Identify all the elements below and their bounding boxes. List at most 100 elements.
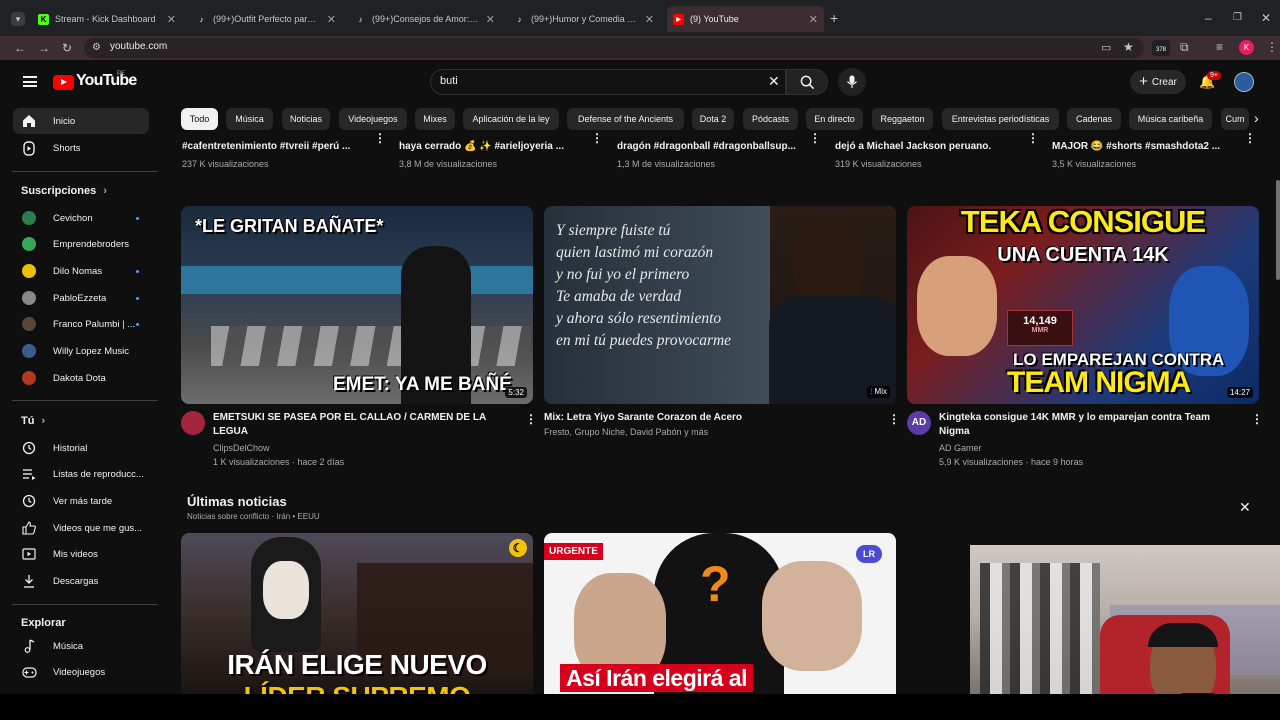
chip[interactable]: Entrevistas periodísticas xyxy=(942,108,1059,130)
maximize-icon[interactable]: ❐ xyxy=(1233,11,1242,25)
close-tab-icon[interactable]: ✕ xyxy=(167,13,176,26)
more-options-icon[interactable]: ⋮ xyxy=(374,131,386,145)
sidebar-item-videojuegos[interactable]: Videojuegos xyxy=(13,659,149,685)
sidebar-item-musica[interactable]: Música xyxy=(13,633,149,659)
reload-icon[interactable]: ↻ xyxy=(62,41,72,55)
news-thumbnail[interactable]: ☾ IRÁN ELIGE NUEVO LÍDER SUPREMO xyxy=(181,533,533,694)
more-options-icon[interactable]: ⋮ xyxy=(1244,131,1256,145)
browser-menu-icon[interactable]: ⋮ xyxy=(1266,40,1278,54)
sidebar-subscription[interactable]: PabloEzzeta xyxy=(13,285,149,311)
sidebar-subscription[interactable]: Emprendebroders xyxy=(13,231,149,257)
window-close-icon[interactable]: ✕ xyxy=(1261,11,1271,25)
browser-tab[interactable]: K Stream - Kick Dashboard ✕ xyxy=(32,8,182,30)
voice-search-button[interactable] xyxy=(838,68,866,96)
sidebar-item-mis-videos[interactable]: Mis videos xyxy=(13,541,149,567)
site-info-icon[interactable]: ⚙ xyxy=(92,41,101,55)
subscriptions-heading[interactable]: Suscripciones › xyxy=(21,185,107,197)
chip[interactable]: Cadenas xyxy=(1067,108,1121,130)
create-button[interactable]: + Crear xyxy=(1130,70,1186,94)
create-label: Crear xyxy=(1151,76,1177,88)
close-tab-icon[interactable]: ✕ xyxy=(486,13,495,26)
back-icon[interactable]: ← xyxy=(14,41,26,55)
video-thumbnail[interactable]: Y siempre fuiste tú quien lastimó mi cor… xyxy=(544,206,896,404)
sidebar-item-historial[interactable]: Historial xyxy=(13,435,149,461)
chip[interactable]: Aplicación de la ley xyxy=(463,108,559,130)
chip[interactable]: En directo xyxy=(806,108,863,130)
sidebar-subscription[interactable]: Willy Lopez Music xyxy=(13,338,149,364)
short-card[interactable]: #cafentretenimiento #tvreii #perú ... 23… xyxy=(182,140,367,171)
search-button[interactable] xyxy=(786,69,828,95)
browser-tab[interactable]: ♪ (99+)Humor y Comedia Mexica... ✕ xyxy=(508,8,660,30)
chip[interactable]: Música xyxy=(226,108,273,130)
chip[interactable]: Música caribeña xyxy=(1129,108,1212,130)
video-info[interactable]: Mix: Letra Yiyo Sarante Corazon de Acero… xyxy=(544,411,874,439)
video-info[interactable]: EMETSUKI SE PASEA POR EL CALLAO / CARMEN… xyxy=(213,411,513,469)
news-thumbnail[interactable]: ? URGENTE LR Así Irán elegirá al xyxy=(544,533,896,694)
chip[interactable]: Cum xyxy=(1221,108,1249,130)
chips-next-icon[interactable]: › xyxy=(1254,110,1259,126)
sidebar-item-descargas[interactable]: Descargas xyxy=(13,568,149,594)
youtube-logo-text[interactable]: YouTube xyxy=(76,72,137,90)
chip[interactable]: Mixes xyxy=(415,108,455,130)
chip[interactable]: Defense of the Ancients xyxy=(567,108,684,130)
sidebar-item-listas[interactable]: Listas de reproducc... xyxy=(13,461,149,487)
close-tab-icon[interactable]: ✕ xyxy=(645,13,654,26)
sidebar-item-ver-mas-tarde[interactable]: Ver más tarde xyxy=(13,488,149,514)
tab-search-icon[interactable]: ▾ xyxy=(11,12,25,26)
close-tab-icon[interactable]: ✕ xyxy=(809,13,818,26)
hamburger-menu-icon[interactable] xyxy=(23,76,37,87)
more-options-icon[interactable]: ⋮ xyxy=(888,412,900,426)
close-tab-icon[interactable]: ✕ xyxy=(327,13,336,26)
short-card[interactable]: haya cerrado 💰 ✨ #arieljoyeria ... 3,8 M… xyxy=(399,140,584,171)
page-scrollbar[interactable] xyxy=(1276,180,1280,280)
sidebar-subscription[interactable]: Dakota Dota xyxy=(13,365,149,391)
clear-search-icon[interactable]: ✕ xyxy=(768,73,780,90)
bookmark-star-icon[interactable]: ★ xyxy=(1123,40,1134,54)
new-tab-icon[interactable]: + xyxy=(830,11,838,25)
sidebar-subscription[interactable]: Franco Palumbi | ... xyxy=(13,311,149,337)
chip-todo[interactable]: Todo xyxy=(181,108,218,130)
short-card[interactable]: dejó a Michael Jackson peruano. 319 K vi… xyxy=(835,140,1020,171)
chip[interactable]: Reggaeton xyxy=(872,108,933,130)
chip[interactable]: Noticias xyxy=(282,108,330,130)
short-card[interactable]: dragón #dragonball #dragonballsup... 1,3… xyxy=(617,140,802,171)
chip[interactable]: Pódcasts xyxy=(743,108,798,130)
sidebar-item-inicio[interactable]: Inicio xyxy=(13,108,149,134)
video-thumbnail[interactable]: 14,149 MMR TEKA CONSIGUE UNA CUENTA 14K … xyxy=(907,206,1259,404)
sidebar-subscription[interactable]: Dilo Nomas xyxy=(13,258,149,284)
chip[interactable]: Dota 2 xyxy=(692,108,734,130)
sidebar-item-videos-gustan[interactable]: Videos que me gus... xyxy=(13,515,149,541)
more-options-icon[interactable]: ⋮ xyxy=(1027,131,1039,145)
more-options-icon[interactable]: ⋮ xyxy=(809,131,821,145)
forward-icon[interactable]: → xyxy=(38,41,50,55)
chip[interactable]: Videojuegos xyxy=(339,108,407,130)
minimize-icon[interactable]: – xyxy=(1205,11,1212,25)
you-heading[interactable]: Tú › xyxy=(21,415,45,427)
channel-avatar[interactable] xyxy=(181,411,205,435)
more-options-icon[interactable]: ⋮ xyxy=(525,412,537,426)
youtube-logo-icon[interactable] xyxy=(53,75,74,90)
browser-tab[interactable]: ♪ (99+)Outfit Perfecto para Mi C... ✕ xyxy=(190,8,342,30)
browser-tab[interactable]: ♪ (99+)Consejos de Amor: Evita C... ✕ xyxy=(349,8,501,30)
omnibox[interactable] xyxy=(84,38,1144,58)
video-info[interactable]: Kingteka consigue 14K MMR y lo emparejan… xyxy=(939,411,1244,469)
more-options-icon[interactable]: ⋮ xyxy=(591,131,603,145)
search-input[interactable]: buti xyxy=(440,75,458,87)
extensions-icon[interactable]: ⧉ xyxy=(1180,40,1189,54)
sidebar-item-shorts[interactable]: Shorts xyxy=(13,135,149,161)
extension-badge[interactable]: 378 xyxy=(1152,40,1170,56)
dismiss-section-icon[interactable]: ✕ xyxy=(1239,499,1251,516)
sidebar-subscription[interactable]: Cevichon xyxy=(13,205,149,231)
browser-tab-active[interactable]: ▶ (9) YouTube ✕ xyxy=(667,6,824,32)
profile-avatar[interactable]: K xyxy=(1239,40,1254,55)
url-text[interactable]: youtube.com xyxy=(110,41,167,52)
more-options-icon[interactable]: ⋮ xyxy=(1251,412,1263,426)
channel-avatar[interactable]: AD xyxy=(907,411,931,435)
media-controls-icon[interactable]: ≡ xyxy=(1216,40,1223,54)
video-thumbnail[interactable]: *LE GRITAN BAÑATE* EMET: YA ME BAÑÉ 5:32 xyxy=(181,206,533,404)
search-box[interactable] xyxy=(430,69,786,95)
cast-icon[interactable]: ▭ xyxy=(1101,41,1111,55)
playlist-icon xyxy=(21,468,37,480)
short-card[interactable]: MAJOR 😂 #shorts #smashdota2 ... 3,5 K vi… xyxy=(1052,140,1237,171)
account-avatar[interactable] xyxy=(1234,72,1254,92)
